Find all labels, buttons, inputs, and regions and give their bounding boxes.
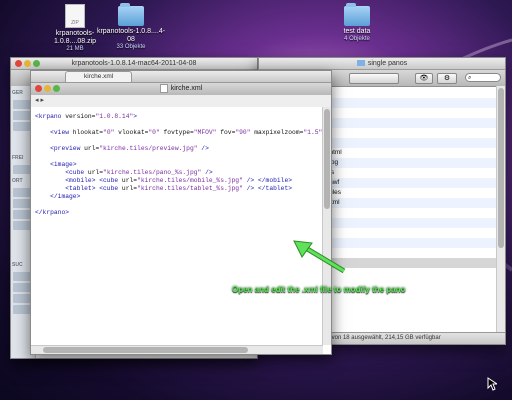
folder-icon [356,60,365,67]
zoom-button[interactable] [53,85,60,92]
code-line: <image> [50,161,77,168]
desktop-icon-sub: 33 Objekte [116,44,146,50]
code-line: </krpano> [35,209,70,216]
minimize-button[interactable] [44,85,51,92]
eye-icon: 👁 [419,75,429,82]
code-line: </image> [50,193,81,200]
tab-kirche-xml[interactable]: kirche.xml [65,71,133,82]
nav-forward-icon[interactable]: ▸ [41,97,45,104]
mouse-cursor-icon [487,377,497,391]
code-line: <tablet> <cube url="kirche.tiles/tablet_… [65,185,293,192]
code-line: <krpano version="1.0.8.14"> [35,113,138,120]
desktop-icon-label: krpanotools-1.0.8....4-08 [96,28,166,43]
green-arrow-icon [293,240,346,274]
editor-horizontal-scrollbar[interactable] [31,345,323,354]
close-button[interactable] [15,60,22,67]
nav-back-icon[interactable]: ◂ [35,97,39,104]
editor-titlebar: kirche.xml [31,71,331,83]
window-title: single panos [259,58,505,70]
document-title: kirche.xml [31,83,331,95]
status-text: 18 von 18 ausgewählt, 214,15 GB verfügba… [323,335,441,341]
minimize-button[interactable] [24,60,31,67]
zip-file-icon [65,4,85,28]
editor-window[interactable]: kirche.xml kirche.xml ◂ ▸ <krpano version… [30,70,332,355]
window-title-text: single panos [367,60,408,67]
desktop-folder-krpanotools[interactable]: krpanotools-1.0.8....4-08 33 Objekte [96,3,166,51]
annotation-text: Open and edit the .xml file to modify th… [232,285,406,294]
scroll-thumb[interactable] [43,347,248,353]
code-line: <mobile> <cube url="kirche.tiles/mobile_… [65,177,293,184]
window-title: krpanotools-1.0.8.14-mac64-2011-04-08 [11,58,257,70]
desktop-folder-test-data[interactable]: test data 4 Objekte [322,3,392,43]
folder-icon [344,3,370,26]
search-field[interactable]: ⌕ [465,73,501,82]
scroll-thumb[interactable] [498,88,504,248]
quicklook-button[interactable]: 👁 [415,73,433,84]
zoom-button[interactable] [33,60,40,67]
view-buttons[interactable] [349,73,399,84]
search-icon: ⌕ [468,75,472,81]
scroll-thumb[interactable] [324,109,330,209]
desktop-icon-label: test data [343,28,371,35]
code-text: <krpano version="1.0.8.14"> <view hlooka… [35,113,331,217]
action-button[interactable]: ⚙ [437,73,457,84]
desktop-icon-sub: 4 Objekte [344,36,370,42]
code-line: <view hlookat="0" vlookat="0" fovtype="M… [50,129,331,136]
editor-vertical-scrollbar[interactable] [322,107,331,345]
close-button[interactable] [35,85,42,92]
folder-icon [118,3,144,26]
code-line: <preview url="kirche.tiles/preview.jpg" … [50,145,209,152]
document-title-text: kirche.xml [170,85,203,92]
code-line: <cube url="kirche.tiles/pano_%s.jpg" /> [65,169,213,176]
gear-icon: ⚙ [443,75,451,82]
xml-file-icon [159,83,168,93]
vertical-scrollbar[interactable] [496,86,505,332]
